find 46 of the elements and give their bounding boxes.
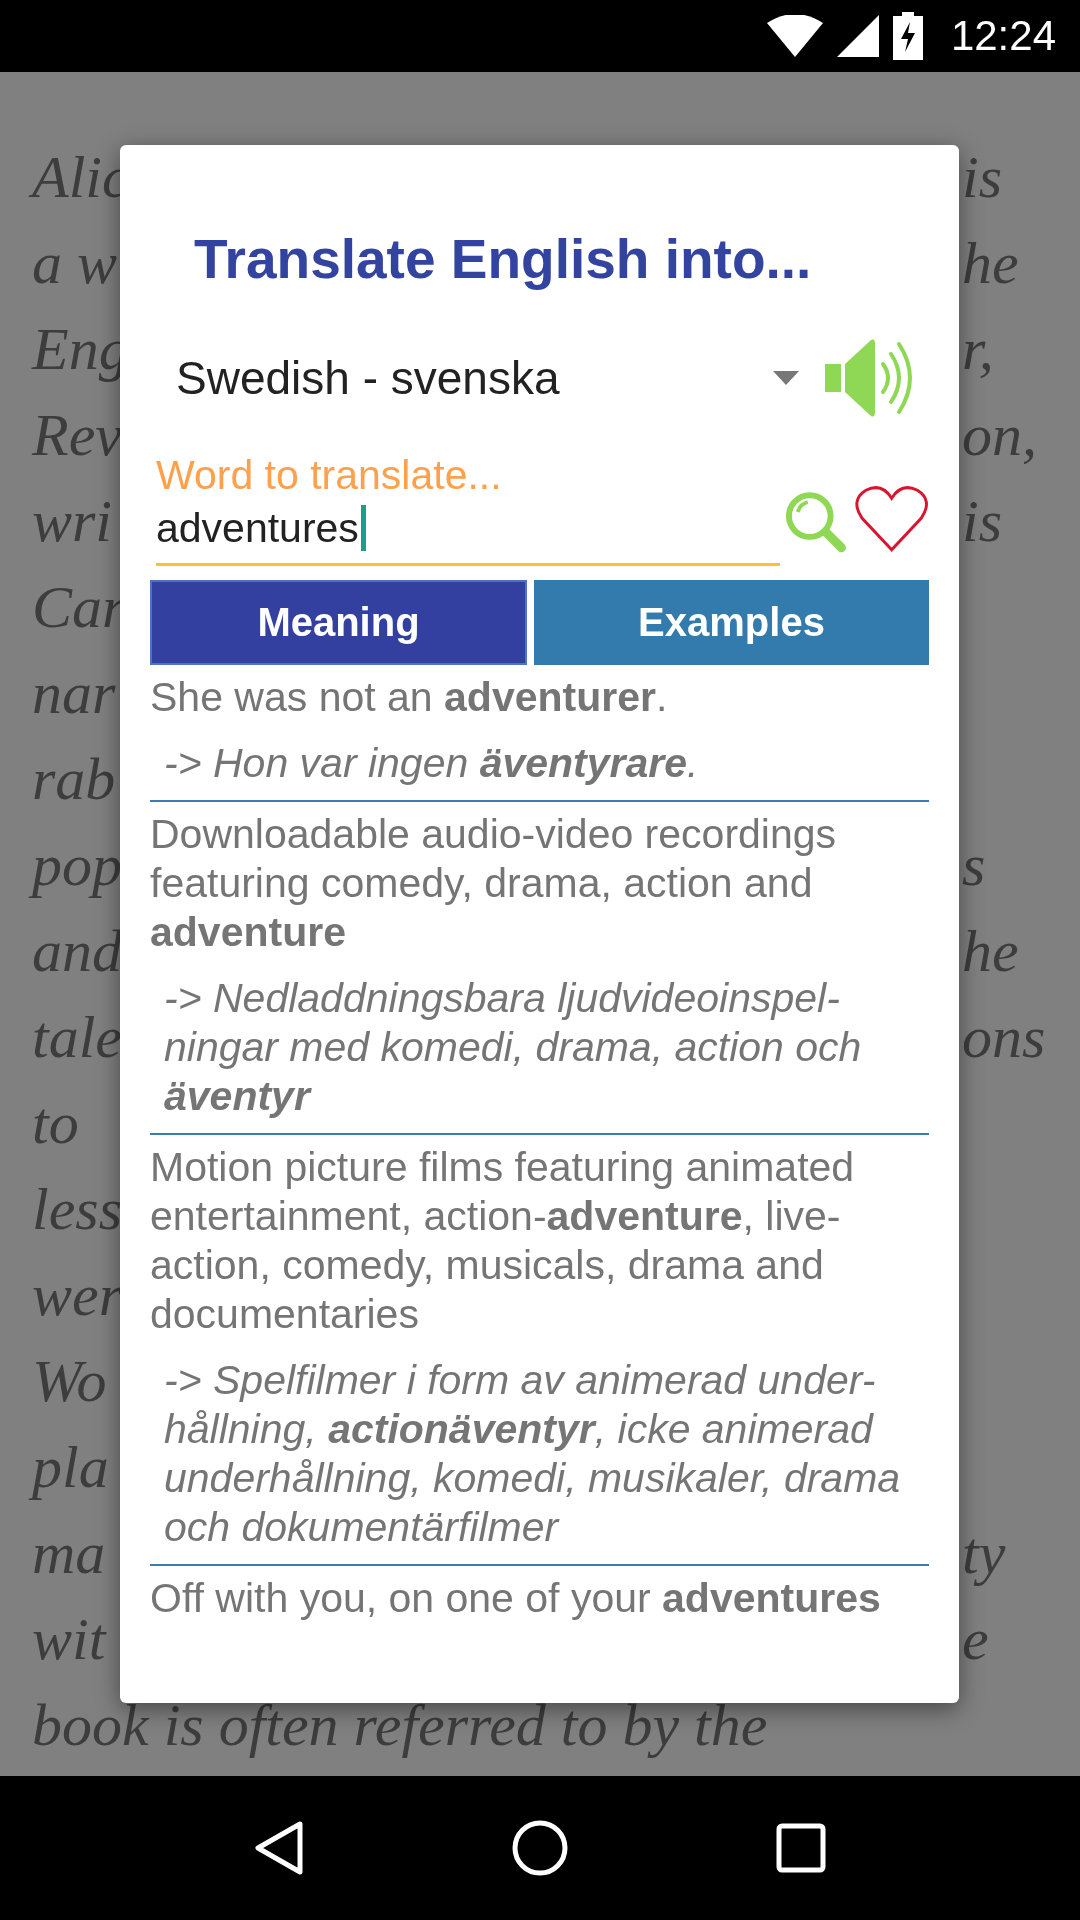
book-text: s: [962, 831, 986, 900]
book-text: Car: [32, 573, 126, 642]
word-input-field[interactable]: Word to translate... adventures: [156, 449, 781, 566]
book-text: ons: [962, 1003, 1046, 1072]
wifi-icon: [766, 15, 823, 57]
book-text: Rev: [32, 401, 122, 470]
recents-icon[interactable]: [776, 1823, 827, 1873]
book-text: and: [32, 917, 122, 986]
book-text: ty: [962, 1519, 1006, 1588]
home-icon[interactable]: [511, 1819, 569, 1877]
heart-icon[interactable]: [853, 484, 929, 554]
book-text: book is often referred to by the: [32, 1691, 768, 1760]
signal-icon: [836, 15, 879, 57]
battery-charging-icon: [892, 12, 923, 60]
book-text: rab: [32, 745, 116, 814]
book-text: on,: [962, 401, 1037, 470]
example-sentence: She was not an adventurer.: [150, 674, 668, 720]
back-icon[interactable]: [253, 1820, 304, 1876]
example-translation: -> Spelfilmer i form av animerad under- hållning, actionäventyr, icke animerad underhållning, komedi, musikaler, drama och dokumentärfilmer: [164, 1357, 901, 1550]
book-text: wit: [32, 1605, 106, 1674]
book-text: wri: [32, 487, 113, 556]
status-time: 12:24: [950, 12, 1056, 60]
book-text: tale: [32, 1003, 122, 1072]
book-text: nar: [32, 659, 116, 728]
book-text: to: [32, 1089, 79, 1158]
dropdown-caret-icon: [773, 371, 799, 385]
example-sentence: Downloadable audio-video recordings featuring comedy, drama, action and adventure: [150, 811, 837, 955]
tab[interactable]: Meaning: [150, 580, 527, 665]
example-sentence: Motion picture films featuring animated entertainment, action-adventure, live- action, comedy, musicals, drama and documentaries: [150, 1144, 855, 1337]
book-text: wer: [32, 1261, 122, 1330]
book-text: is: [962, 143, 1003, 212]
book-text: Wo: [32, 1347, 107, 1416]
language-dropdown[interactable]: Swedish - svenska: [176, 351, 560, 405]
book-text: he: [962, 917, 1019, 986]
book-text: less: [32, 1175, 122, 1244]
example-translation: -> Hon var ingen äventyrare.: [164, 740, 699, 786]
book-text: a w: [32, 229, 118, 298]
book-text: r,: [962, 315, 994, 384]
tab[interactable]: Examples: [534, 580, 929, 665]
example-sentence: Off with you, on one of your adventures: [150, 1575, 881, 1621]
dialog-title: Translate English into...: [194, 227, 813, 291]
book-text: he: [962, 229, 1019, 298]
book-text: ma: [32, 1519, 106, 1588]
book-text: e: [962, 1605, 989, 1674]
book-text: is: [962, 487, 1003, 556]
example-translation: -> Nedladdningsbara ljudvideoinspel- ningar med komedi, drama, action och äventyr: [164, 975, 862, 1119]
